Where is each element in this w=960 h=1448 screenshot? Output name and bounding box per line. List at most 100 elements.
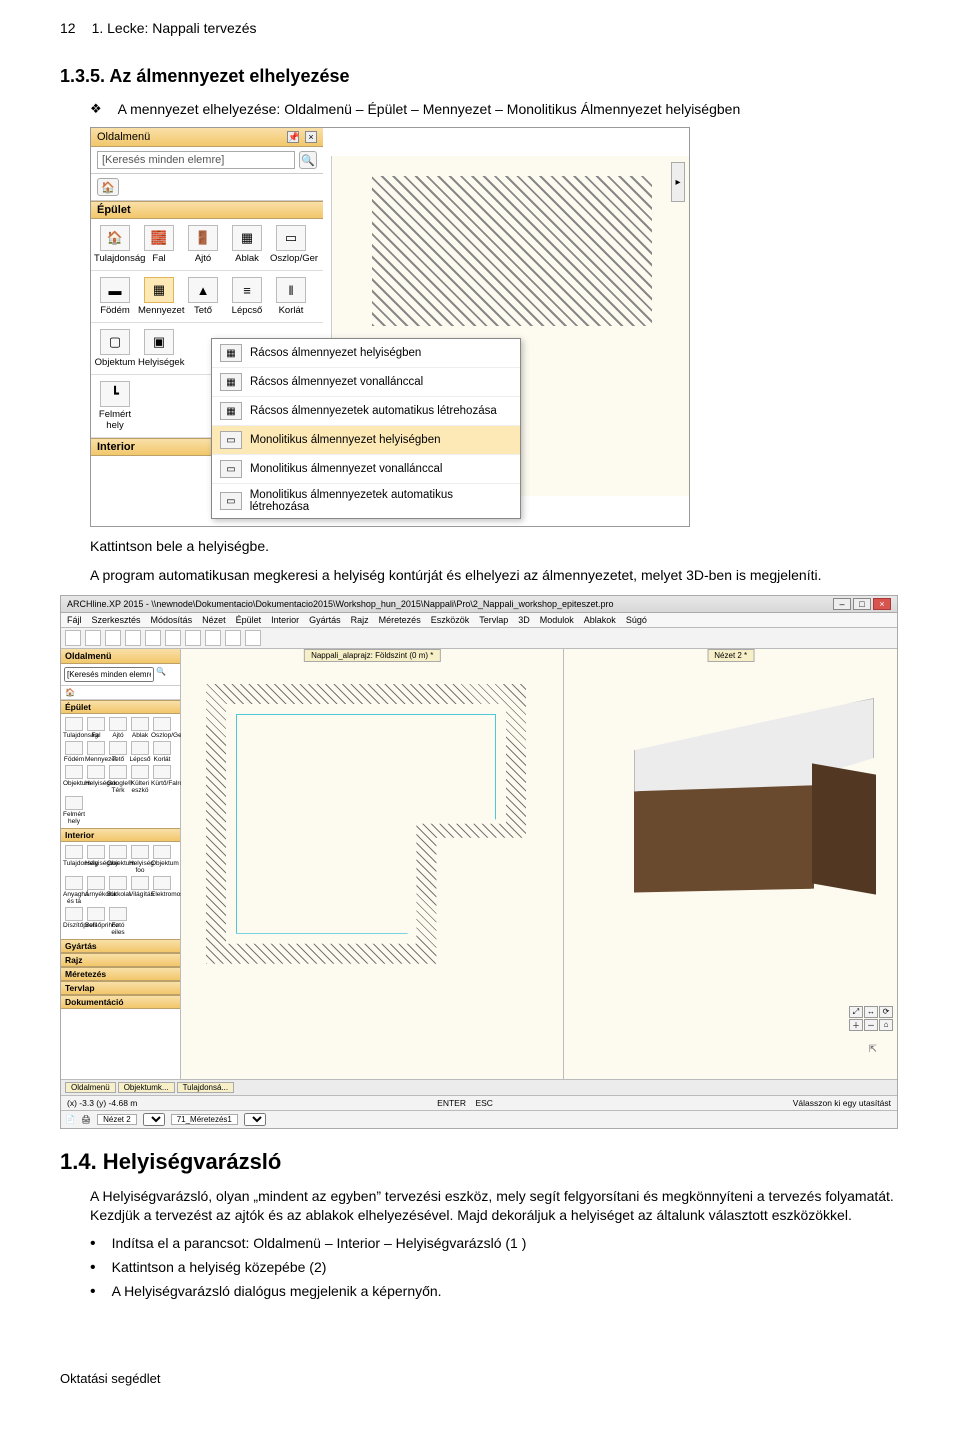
rooms-icon[interactable]: ▣ bbox=[144, 329, 174, 355]
sb-cat-tervlap[interactable]: Tervlap bbox=[61, 981, 180, 995]
view-tab-dropdown[interactable] bbox=[244, 1113, 266, 1126]
close-icon[interactable]: × bbox=[873, 598, 891, 610]
close-icon[interactable]: × bbox=[305, 131, 317, 143]
sidebar-tool[interactable]: Objektum bbox=[63, 765, 85, 794]
toolbar-button[interactable] bbox=[245, 630, 261, 646]
sb-cat-rajz[interactable]: Rajz bbox=[61, 953, 180, 967]
tab-objektumk[interactable]: Objektumk... bbox=[118, 1082, 175, 1093]
menu-item[interactable]: 3D bbox=[518, 615, 530, 625]
sidebar-tool[interactable]: Fal bbox=[85, 717, 107, 739]
nav-button[interactable]: ⌂ bbox=[879, 1019, 893, 1031]
view-2d[interactable]: Nappali_alaprajz: Földszint (0 m) * bbox=[181, 649, 564, 1079]
flyout-item[interactable]: ▭Monolitikus álmennyezet vonallánccal bbox=[212, 455, 520, 484]
menu-item[interactable]: Tervlap bbox=[479, 615, 508, 625]
toolbar-button[interactable] bbox=[225, 630, 241, 646]
door-icon[interactable]: 🚪 bbox=[188, 225, 218, 251]
pin-icon[interactable]: 📌 bbox=[287, 131, 299, 143]
sidebar-tool[interactable]: Kürtő/Falroh bbox=[151, 765, 173, 794]
column-icon[interactable]: ▭ bbox=[276, 225, 306, 251]
axis-gizmo-icon[interactable]: ⇱ bbox=[869, 1044, 877, 1055]
menu-item[interactable]: Épület bbox=[236, 615, 262, 625]
sb-cat-dokumentacio[interactable]: Dokumentáció bbox=[61, 995, 180, 1009]
view-3d[interactable]: Nézet 2 * ⇱ ⤢ ↔ ⟳ ＋ － ⌂ bbox=[564, 649, 897, 1079]
menu-item[interactable]: Interior bbox=[271, 615, 299, 625]
sidebar-tool[interactable]: Fotó eiles bbox=[107, 907, 129, 936]
category-epulet[interactable]: Épület bbox=[91, 201, 323, 219]
toolbar-button[interactable] bbox=[205, 630, 221, 646]
sidebar-tool[interactable]: Objektum bbox=[107, 845, 129, 874]
menu-item[interactable]: Súgó bbox=[626, 615, 647, 625]
sidebar-home[interactable]: 🏠 bbox=[61, 686, 180, 700]
tab-oldalmenu[interactable]: Oldalmenü bbox=[65, 1082, 116, 1093]
sb-cat-epulet[interactable]: Épület bbox=[61, 700, 180, 714]
menu-item[interactable]: Gyártás bbox=[309, 615, 341, 625]
view-tab[interactable]: 71_Méretezés1 bbox=[171, 1114, 238, 1125]
railing-icon[interactable]: ‖ bbox=[276, 277, 306, 303]
search-icon[interactable]: 🔍 bbox=[156, 667, 166, 682]
wall-icon[interactable]: 🧱 bbox=[144, 225, 174, 251]
search-icon[interactable]: 🔍 bbox=[299, 151, 317, 169]
toolbar-button[interactable] bbox=[165, 630, 181, 646]
sidebar-tool[interactable]: Födém bbox=[63, 741, 85, 763]
toolbar-button[interactable] bbox=[85, 630, 101, 646]
menu-item[interactable]: Modulok bbox=[540, 615, 574, 625]
sidebar-tool[interactable]: Ablak bbox=[129, 717, 151, 739]
collapse-chevron-icon[interactable]: ▸ bbox=[671, 162, 685, 202]
flyout-item[interactable]: ▦Rácsos álmennyezet vonallánccal bbox=[212, 368, 520, 397]
menu-item[interactable]: Fájl bbox=[67, 615, 82, 625]
sb-cat-meretezes[interactable]: Méretezés bbox=[61, 967, 180, 981]
sidebar-tool[interactable]: Díszítőprofil bbox=[63, 907, 85, 936]
menu-item[interactable]: Módosítás bbox=[151, 615, 193, 625]
sidebar-tool[interactable]: Helyiségek bbox=[85, 765, 107, 794]
sb-cat-gyartas[interactable]: Gyártás bbox=[61, 939, 180, 953]
menu-item[interactable]: Nézet bbox=[202, 615, 226, 625]
sidebar-tool[interactable]: Korlát bbox=[151, 741, 173, 763]
menu-item[interactable]: Szerkesztés bbox=[92, 615, 141, 625]
nav-button[interactable]: ⟳ bbox=[879, 1006, 893, 1018]
sidebar-tool[interactable]: Felmért hely bbox=[63, 796, 85, 825]
sidebar-tool[interactable]: Ajtó bbox=[107, 717, 129, 739]
nav-button[interactable]: － bbox=[864, 1019, 878, 1031]
tool-icon[interactable]: 🏠 bbox=[100, 225, 130, 251]
toolbar-button[interactable] bbox=[125, 630, 141, 646]
toolbar-button[interactable] bbox=[185, 630, 201, 646]
menu-item[interactable]: Rajz bbox=[351, 615, 369, 625]
sidebar-tool[interactable]: Elektromos bbox=[151, 876, 173, 905]
sidebar-tool[interactable]: Tető bbox=[107, 741, 129, 763]
sidebar-tool[interactable]: Objektum bbox=[151, 845, 173, 874]
home-icon[interactable]: 🏠 bbox=[97, 178, 119, 196]
sidebar-tool[interactable]: Helyiség foo bbox=[129, 845, 151, 874]
nav-button[interactable]: ＋ bbox=[849, 1019, 863, 1031]
maximize-icon[interactable]: □ bbox=[853, 598, 871, 610]
sidebar-tool[interactable]: Google® Térk bbox=[107, 765, 129, 794]
flyout-item-selected[interactable]: ▭Monolitikus álmennyezet helyiségben bbox=[212, 426, 520, 455]
flyout-item[interactable]: ▦Rácsos álmennyezetek automatikus létreh… bbox=[212, 397, 520, 426]
sidebar-tool[interactable]: Lépcső bbox=[129, 741, 151, 763]
ceiling-icon[interactable]: ▦ bbox=[144, 277, 174, 303]
stair-icon[interactable]: ≡ bbox=[232, 277, 262, 303]
view-tab[interactable]: Nézet 2 bbox=[97, 1114, 137, 1125]
view-tab-dropdown[interactable] bbox=[143, 1113, 165, 1126]
sb-cat-interior[interactable]: Interior bbox=[61, 828, 180, 842]
menu-item[interactable]: Eszközök bbox=[431, 615, 470, 625]
minimize-icon[interactable]: – bbox=[833, 598, 851, 610]
survey-icon[interactable]: ┗ bbox=[100, 381, 130, 407]
nav-button[interactable]: ⤢ bbox=[849, 1006, 863, 1018]
menu-item[interactable]: Méretezés bbox=[379, 615, 421, 625]
sidebar-tool[interactable]: Helyiségvar bbox=[85, 845, 107, 874]
sidebar-tool[interactable]: Világítás bbox=[129, 876, 151, 905]
sidebar-tool[interactable]: Tulajdonság bbox=[63, 845, 85, 874]
toolbar-button[interactable] bbox=[145, 630, 161, 646]
slab-icon[interactable]: ▬ bbox=[100, 277, 130, 303]
toolbar-button[interactable] bbox=[105, 630, 121, 646]
sidebar-tool[interactable]: Külteri eszkö bbox=[129, 765, 151, 794]
flyout-item[interactable]: ▭Monolitikus álmennyezetek automatikus l… bbox=[212, 484, 520, 518]
nav-button[interactable]: ↔ bbox=[864, 1006, 878, 1018]
tab-tulajdonsa[interactable]: Tulajdonsá... bbox=[177, 1082, 235, 1093]
search-input[interactable] bbox=[97, 151, 295, 169]
object-icon[interactable]: ▢ bbox=[100, 329, 130, 355]
sidebar-tool[interactable]: Belsőprihoz bbox=[85, 907, 107, 936]
flyout-item[interactable]: ▦Rácsos álmennyezet helyiségben bbox=[212, 339, 520, 368]
sidebar-tool[interactable]: Tulajdonság bbox=[63, 717, 85, 739]
sidebar-tool[interactable]: Anyagha és tá bbox=[63, 876, 85, 905]
